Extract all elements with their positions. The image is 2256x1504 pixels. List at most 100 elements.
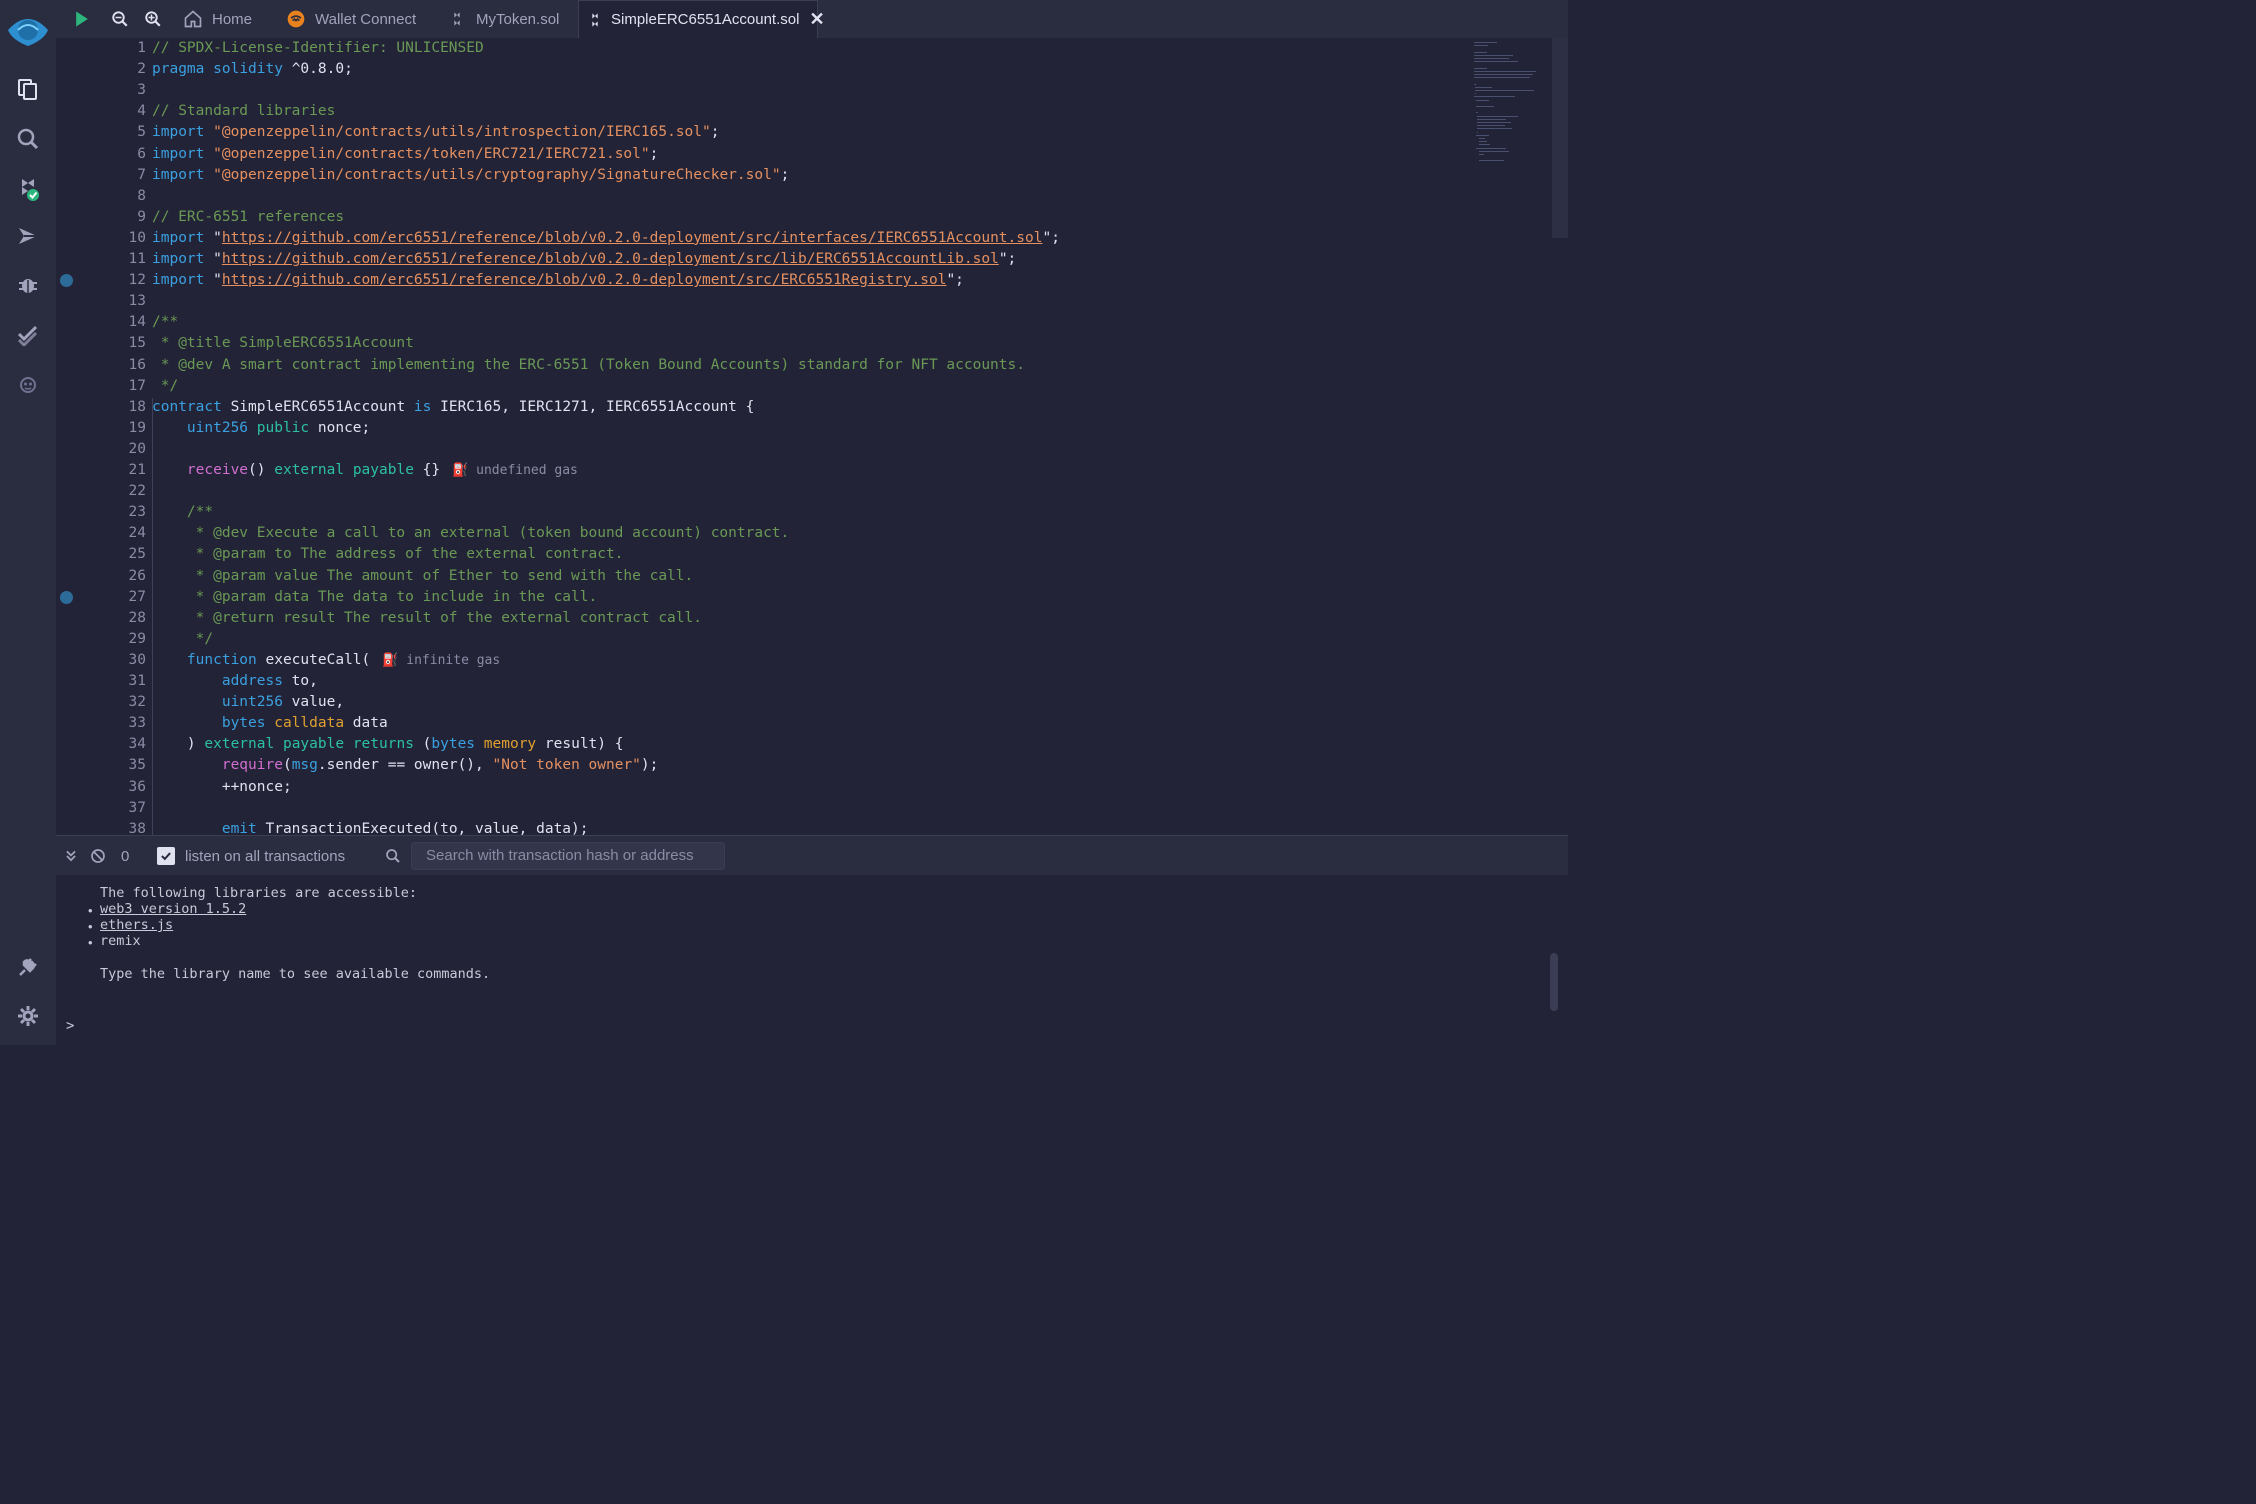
code-line[interactable]: * @dev A smart contract implementing the… bbox=[152, 355, 1025, 376]
code-line[interactable]: * @return result The result of the exter… bbox=[152, 608, 702, 629]
tab-wallet-connect[interactable]: Wallet Connect bbox=[277, 0, 424, 38]
code-line[interactable]: * @dev Execute a call to an external (to… bbox=[152, 523, 790, 544]
breakpoint-marker[interactable] bbox=[60, 274, 73, 288]
code-line[interactable]: import "@openzeppelin/contracts/token/ER… bbox=[152, 144, 658, 165]
clear-console-icon[interactable] bbox=[90, 846, 106, 866]
code-line[interactable]: address to, bbox=[152, 671, 318, 692]
code-line[interactable]: function executeCall(⛽ infinite gas bbox=[152, 650, 500, 671]
code-line[interactable]: receive() external payable {} ⛽ undefined… bbox=[152, 460, 578, 481]
minimap[interactable] bbox=[1470, 38, 1550, 835]
line-number: 12 bbox=[128, 272, 146, 289]
tab-simpleerc6551account[interactable]: SimpleERC6551Account.sol ✕ bbox=[578, 0, 825, 38]
code-line[interactable]: /** bbox=[152, 312, 178, 333]
line-number: 33 bbox=[128, 715, 146, 732]
code-line[interactable]: pragma solidity ^0.8.0; bbox=[152, 59, 353, 80]
line-number: 31 bbox=[128, 673, 146, 689]
tab-home[interactable]: Home bbox=[174, 0, 260, 38]
minimap-line bbox=[1474, 58, 1509, 59]
tab-bar: Home Wallet Connect MyToken.sol SimpleER… bbox=[56, 0, 1568, 38]
code-area[interactable]: // SPDX-License-Identifier: UNLICENSED pr… bbox=[152, 38, 1462, 835]
remixai-icon[interactable] bbox=[14, 371, 42, 399]
line-number: 26 bbox=[128, 567, 146, 584]
minimap-line bbox=[1478, 141, 1488, 143]
minimap-line bbox=[1474, 77, 1530, 79]
line-number: 16 bbox=[128, 356, 146, 373]
zoom-in-button[interactable] bbox=[141, 7, 165, 31]
code-line[interactable]: emit TransactionExecuted(to, value, data… bbox=[152, 819, 589, 835]
code-line[interactable]: * @title SimpleERC6551Account bbox=[152, 333, 414, 354]
compile-run-button[interactable] bbox=[70, 7, 94, 31]
line-number: 30 bbox=[128, 651, 146, 668]
code-line[interactable]: contract SimpleERC6551Account is IERC165… bbox=[152, 397, 754, 418]
icon-rail bbox=[0, 0, 56, 1045]
minimap-line bbox=[1477, 118, 1507, 120]
minimap-line bbox=[1474, 90, 1534, 91]
tab-mytoken[interactable]: MyToken.sol bbox=[438, 0, 567, 38]
line-number: 17 bbox=[128, 377, 146, 394]
code-line[interactable]: // Standard libraries bbox=[152, 101, 335, 122]
code-line[interactable]: // SPDX-License-Identifier: UNLICENSED bbox=[152, 38, 484, 59]
listen-checkbox[interactable] bbox=[157, 847, 175, 865]
minimap-line bbox=[1474, 45, 1488, 47]
minimap-line bbox=[1474, 67, 1488, 69]
search-icon[interactable] bbox=[14, 125, 42, 153]
code-line[interactable]: ) external payable returns (bytes memory… bbox=[152, 734, 624, 755]
remix-logo-icon[interactable] bbox=[4, 6, 52, 50]
close-tab-icon[interactable]: ✕ bbox=[809, 9, 824, 30]
solidity-icon bbox=[446, 8, 468, 30]
breakpoint-marker[interactable] bbox=[60, 590, 73, 604]
search-icon bbox=[385, 846, 401, 866]
terminal-intro: The following libraries are accessible: bbox=[100, 885, 417, 901]
code-line[interactable]: import "@openzeppelin/contracts/utils/cr… bbox=[152, 165, 789, 186]
code-line[interactable]: import "https://github.com/erc6551/refer… bbox=[152, 228, 1060, 249]
minimap-line bbox=[1474, 61, 1518, 63]
line-number: 10 bbox=[128, 229, 146, 246]
toggle-terminal-icon[interactable] bbox=[64, 846, 78, 866]
library-ethers-link[interactable]: ethers.js bbox=[100, 917, 173, 933]
code-line[interactable]: * @param value The amount of Ether to se… bbox=[152, 566, 694, 587]
code-line[interactable]: // ERC-6551 references bbox=[152, 207, 344, 228]
minimap-line bbox=[1474, 93, 1476, 95]
editor-scrollbar[interactable] bbox=[1552, 38, 1568, 238]
line-gutter[interactable]: 1 2 3 4 5 6 7 8 9 10 11 12 13 14 15 16 17 18 19 20 21 22 23 24 2… bbox=[56, 38, 146, 835]
settings-icon[interactable] bbox=[14, 1002, 42, 1030]
terminal-output[interactable]: The following libraries are accessible: … bbox=[56, 875, 1568, 1045]
line-number: 3 bbox=[137, 82, 146, 99]
code-line[interactable]: import "@openzeppelin/contracts/utils/in… bbox=[152, 122, 719, 143]
minimap-line bbox=[1476, 134, 1489, 136]
code-line[interactable]: require(msg.sender == owner(), "Not toke… bbox=[152, 755, 659, 776]
code-line[interactable]: import "https://github.com/erc6551/refer… bbox=[152, 270, 964, 291]
transaction-search-input[interactable]: Search with transaction hash or address bbox=[411, 842, 725, 870]
code-line[interactable]: uint256 value, bbox=[152, 692, 344, 713]
zoom-out-button[interactable] bbox=[108, 7, 132, 31]
listen-all-transactions[interactable]: listen on all transactions bbox=[157, 846, 345, 866]
terminal-prompt[interactable]: > bbox=[66, 1018, 74, 1034]
code-line[interactable]: */ bbox=[152, 376, 178, 397]
library-web3-link[interactable]: web3 version 1.5.2 bbox=[100, 901, 246, 917]
code-line[interactable]: * @param data The data to include in the… bbox=[152, 587, 598, 608]
line-number: 28 bbox=[128, 609, 146, 626]
terminal-scrollbar[interactable] bbox=[1550, 953, 1558, 1011]
line-number: 25 bbox=[128, 546, 146, 563]
code-line[interactable]: import "https://github.com/erc6551/refer… bbox=[152, 249, 1016, 270]
code-line[interactable]: /** bbox=[152, 502, 213, 523]
bullet: • bbox=[88, 935, 93, 950]
plugin-manager-icon[interactable] bbox=[14, 953, 42, 981]
code-line[interactable]: bytes calldata data bbox=[152, 713, 388, 734]
code-editor[interactable]: 1 2 3 4 5 6 7 8 9 10 11 12 13 14 15 16 17 18 19 20 21 22 23 24 2… bbox=[56, 38, 1568, 835]
line-number: 8 bbox=[137, 187, 146, 204]
code-line[interactable]: * @param to The address of the external … bbox=[152, 544, 624, 565]
code-line[interactable]: ++nonce; bbox=[152, 777, 292, 798]
line-number: 29 bbox=[128, 630, 146, 647]
solidity-unit-testing-icon[interactable] bbox=[14, 320, 42, 348]
tab-label: Wallet Connect bbox=[315, 10, 417, 28]
tab-label: SimpleERC6551Account.sol bbox=[611, 11, 800, 28]
solidity-compiler-icon[interactable] bbox=[14, 175, 42, 203]
code-line[interactable]: uint256 public nonce; bbox=[152, 418, 370, 439]
code-line[interactable]: */ bbox=[152, 629, 213, 650]
debugger-icon[interactable] bbox=[14, 271, 42, 299]
line-number: 20 bbox=[128, 440, 146, 457]
file-explorer-icon[interactable] bbox=[14, 75, 42, 103]
line-number: 21 bbox=[128, 462, 146, 478]
deploy-run-icon[interactable] bbox=[14, 222, 42, 250]
